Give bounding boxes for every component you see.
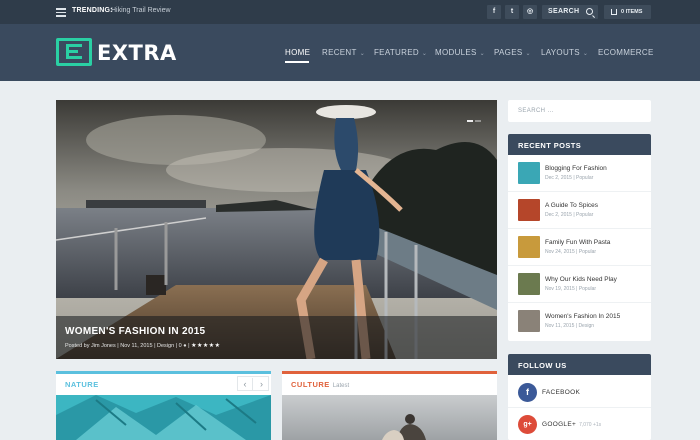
post-meta: Nov 19, 2015 | Popular <box>545 286 597 292</box>
comment-icon: ● <box>183 343 187 349</box>
nav-ecommerce[interactable]: ECOMMERCE <box>598 48 654 57</box>
post-thumbnail <box>518 236 540 258</box>
chevron-left-icon[interactable]: ‹ <box>238 378 253 390</box>
post-title[interactable]: Women's Fashion In 2015 <box>545 313 620 320</box>
featured-caption: WOMEN'S FASHION IN 2015 Posted by Jim Jo… <box>56 316 497 359</box>
recent-post-item[interactable]: Blogging For Fashion Dec 2, 2015 | Popul… <box>508 155 651 192</box>
google-plus-icon: g+ <box>518 415 537 434</box>
post-title[interactable]: Blogging For Fashion <box>545 165 607 172</box>
category-subtitle: Latest <box>332 383 350 389</box>
site-header: EXTRA HOME RECENT ⌄ FEATURED ⌄ MODULES ⌄ PA… <box>0 24 700 81</box>
follow-facebook[interactable]: f FACEBOOK <box>508 378 651 408</box>
post-thumbnail <box>518 162 540 184</box>
follow-us-widget: FOLLOW US f FACEBOOK g+ GOOGLE+ 7,070 +1s <box>508 354 651 440</box>
post-title[interactable]: Family Fun With Pasta <box>545 239 610 246</box>
post-title[interactable]: A Guide To Spices <box>545 202 598 209</box>
chevron-down-icon: ⌄ <box>582 51 589 57</box>
chevron-down-icon: ⌄ <box>421 51 428 57</box>
recent-post-item[interactable]: Why Our Kids Need Play Nov 19, 2015 | Po… <box>508 266 651 303</box>
sidebar-search-placeholder: SEARCH ... <box>518 108 554 114</box>
featured-title[interactable]: WOMEN'S FASHION IN 2015 <box>65 326 205 337</box>
top-bar: TRENDING: Hiking Trail Review f t ◎ SEAR… <box>0 0 700 24</box>
top-search-label: SEARCH <box>548 8 580 15</box>
post-thumbnail <box>518 199 540 221</box>
facebook-icon: f <box>518 383 537 402</box>
category-color-bar <box>56 371 271 374</box>
chevron-down-icon: ⌄ <box>525 51 531 57</box>
recent-post-item[interactable]: Family Fun With Pasta Nov 24, 2015 | Pop… <box>508 229 651 266</box>
search-icon[interactable] <box>586 8 593 15</box>
follow-google-plus[interactable]: g+ GOOGLE+ 7,070 +1s <box>508 410 651 440</box>
nav-home[interactable]: HOME <box>285 48 310 57</box>
post-thumbnail <box>518 273 540 295</box>
post-meta: Dec 2, 2015 | Popular <box>545 175 594 181</box>
menu-icon[interactable] <box>56 8 66 17</box>
top-search-input[interactable]: SEARCH <box>542 5 598 19</box>
sidebar-search-input[interactable]: SEARCH ... <box>508 100 651 122</box>
logo-icon[interactable] <box>56 38 92 66</box>
follow-count: 7,070 +1s <box>579 422 602 428</box>
nav-pages[interactable]: PAGES ⌄ <box>494 48 531 57</box>
trending-label: TRENDING: <box>72 7 113 14</box>
post-thumbnail <box>518 310 540 332</box>
cart-count: 0 ITEMS <box>621 9 643 15</box>
nav-recent[interactable]: RECENT ⌄ <box>322 48 365 57</box>
follow-label: FACEBOOK <box>542 389 581 396</box>
category-title[interactable]: CULTURE Latest <box>291 380 349 389</box>
category-culture: CULTURE Latest <box>282 371 497 440</box>
category-color-bar <box>282 371 497 374</box>
follow-label: GOOGLE+ 7,070 +1s <box>542 421 602 428</box>
facebook-icon[interactable]: f <box>487 5 501 19</box>
trending-link[interactable]: Hiking Trail Review <box>111 7 171 14</box>
widget-heading: RECENT POSTS <box>508 134 651 155</box>
featured-meta: Posted by Jim Jones | Nov 11, 2015 | Des… <box>65 343 221 349</box>
featured-post[interactable]: WOMEN'S FASHION IN 2015 Posted by Jim Jo… <box>56 100 497 359</box>
chevron-down-icon: ⌄ <box>359 51 366 57</box>
category-carousel-controls: ‹ › <box>237 376 269 391</box>
twitter-icon[interactable]: t <box>505 5 519 19</box>
recent-post-item[interactable]: Women's Fashion In 2015 Nov 11, 2015 | D… <box>508 303 651 340</box>
category-title[interactable]: NATURE <box>65 380 99 389</box>
recent-post-item[interactable]: A Guide To Spices Dec 2, 2015 | Popular <box>508 192 651 229</box>
logo-text[interactable]: EXTRA <box>97 41 177 65</box>
post-meta: Nov 11, 2015 | Design <box>545 323 595 329</box>
nav-modules[interactable]: MODULES ⌄ <box>435 48 485 57</box>
active-nav-indicator <box>285 61 309 63</box>
post-meta: Nov 24, 2015 | Popular <box>545 249 597 255</box>
recent-posts-widget: RECENT POSTS Blogging For Fashion Dec 2,… <box>508 134 651 341</box>
category-image[interactable] <box>282 395 497 440</box>
post-meta: Dec 2, 2015 | Popular <box>545 212 594 218</box>
widget-heading: FOLLOW US <box>508 354 651 375</box>
nav-featured[interactable]: FEATURED ⌄ <box>374 48 427 57</box>
cart-button[interactable]: 0 ITEMS <box>604 5 651 19</box>
chevron-right-icon[interactable]: › <box>254 378 269 390</box>
chevron-down-icon: ⌄ <box>479 51 485 57</box>
instagram-icon[interactable]: ◎ <box>523 5 537 19</box>
category-image[interactable] <box>56 395 271 440</box>
rating-stars: ★★★★★ <box>191 343 221 349</box>
post-title[interactable]: Why Our Kids Need Play <box>545 276 617 283</box>
slider-pagination[interactable] <box>465 109 481 127</box>
nav-layouts[interactable]: LAYOUTS ⌄ <box>541 48 588 57</box>
shopping-bag-icon <box>611 9 617 15</box>
category-nature: NATURE ‹ › <box>56 371 271 440</box>
